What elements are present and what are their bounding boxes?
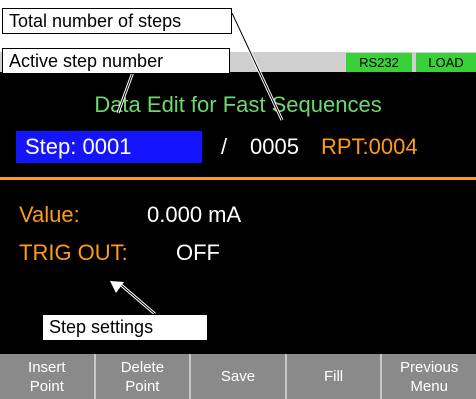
softkey-bar: Insert Point Delete Point Save Fill Previo… bbox=[0, 354, 476, 399]
fill-button[interactable]: Fill bbox=[286, 354, 383, 399]
save-button[interactable]: Save bbox=[191, 354, 287, 399]
page-title: Data Edit for Fast Sequences bbox=[94, 92, 382, 117]
save-label: Save bbox=[220, 368, 256, 385]
section-divider bbox=[0, 177, 476, 180]
active-step-number[interactable]: Step: 0001 bbox=[25, 132, 131, 162]
delete-point-label-line1: Delete bbox=[120, 358, 165, 376]
previous-menu-label-line1: Previous bbox=[399, 358, 459, 376]
insert-point-label-line1: Insert bbox=[28, 358, 66, 376]
step-separator: / bbox=[221, 134, 228, 159]
trig-out-label: TRIG OUT: bbox=[19, 240, 128, 265]
value-field[interactable]: 0.000 mA bbox=[147, 201, 241, 229]
step-settings-callout: Step settings bbox=[42, 314, 208, 341]
active-step-callout: Active step number bbox=[2, 48, 230, 74]
rs232-status-badge: RS232 bbox=[346, 53, 412, 72]
delete-point-button[interactable]: Delete Point bbox=[95, 354, 192, 399]
trig-out-value[interactable]: OFF bbox=[176, 239, 220, 267]
delete-point-label-line2: Point bbox=[125, 377, 160, 395]
total-steps-callout: Total number of steps bbox=[2, 8, 232, 34]
previous-menu-label-line2: Menu bbox=[410, 377, 448, 395]
total-steps: 0005 bbox=[250, 134, 299, 159]
insert-point-button[interactable]: Insert Point bbox=[0, 354, 96, 399]
previous-menu-button[interactable]: Previous Menu bbox=[382, 354, 476, 399]
insert-point-label-line2: Point bbox=[29, 377, 64, 395]
value-label: Value: bbox=[19, 202, 80, 227]
fill-label: Fill bbox=[323, 368, 344, 385]
repeat-count: RPT:0004 bbox=[321, 134, 418, 159]
load-status-badge: LOAD bbox=[416, 53, 476, 72]
